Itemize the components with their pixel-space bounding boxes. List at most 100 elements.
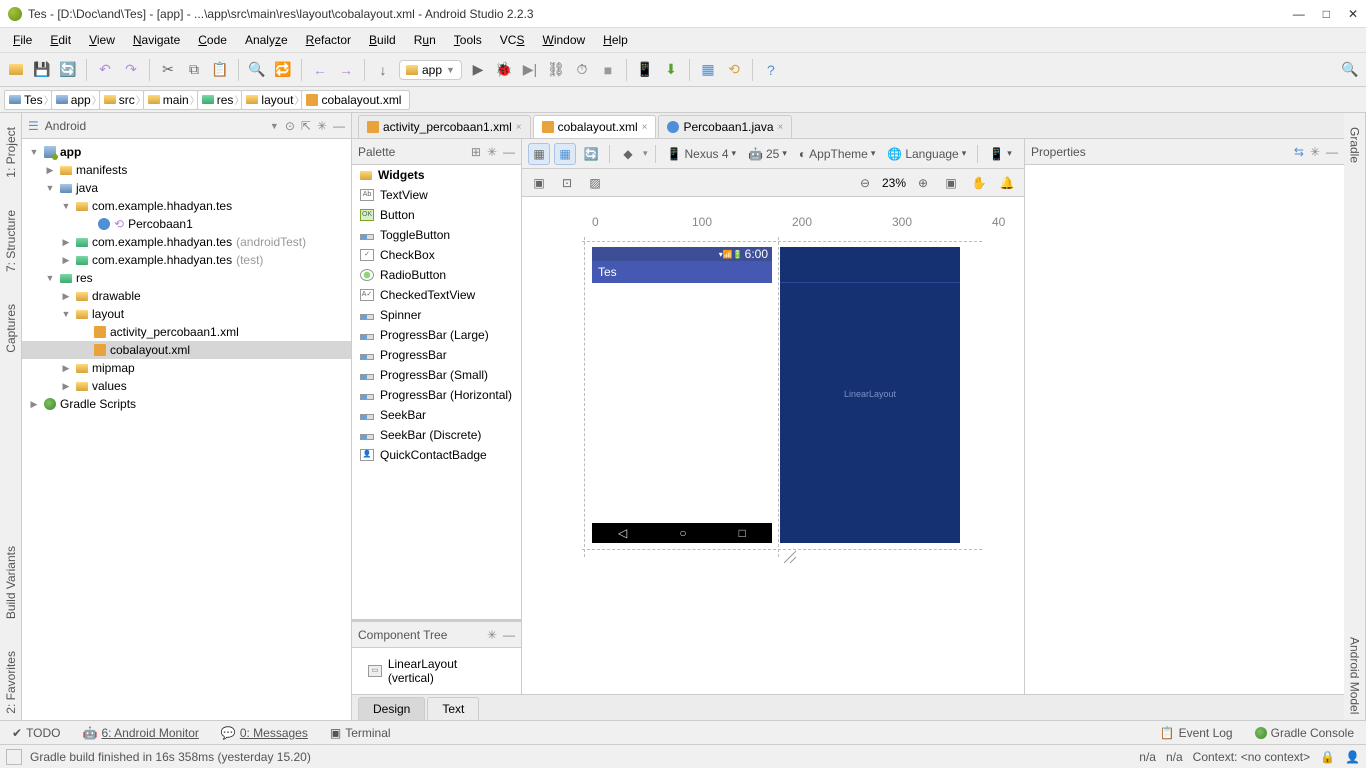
back-icon[interactable]: ← [310,60,330,80]
minimize-button[interactable]: — [1293,7,1305,21]
tool-event-log[interactable]: 📋 Event Log [1154,724,1239,742]
widget-checkedtextview[interactable]: A✓CheckedTextView [352,285,521,305]
menu-edit[interactable]: Edit [43,30,78,50]
sync-gradle-icon[interactable]: ⟲ [724,60,744,80]
forward-icon[interactable]: → [336,60,356,80]
tab-percobaan1-java[interactable]: Percobaan1.java× [658,115,792,138]
zoom-fit-icon[interactable]: ▣ [940,172,962,194]
widget-seekbar-discrete[interactable]: SeekBar (Discrete) [352,425,521,445]
palette-hide-icon[interactable]: — [503,145,515,159]
menu-code[interactable]: Code [191,30,234,50]
tool-messages[interactable]: 💬 0: Messages [215,724,314,742]
crumb-res[interactable]: res [197,90,243,110]
redo-icon[interactable]: ↷ [121,60,141,80]
menu-run[interactable]: Run [407,30,443,50]
save-icon[interactable]: 💾 [32,60,52,80]
resize-handle-icon[interactable] [780,547,798,565]
properties-settings-icon[interactable]: ✳ [1310,145,1320,159]
tool-android-model[interactable]: Android Model [1348,631,1362,720]
widget-seekbar[interactable]: SeekBar [352,405,521,425]
blueprint-surface-icon[interactable]: ▦ [554,143,576,165]
variant-selector[interactable]: 📱 ▾ [985,147,1015,161]
tool-build-variants[interactable]: Build Variants [4,540,18,625]
api-selector[interactable]: 🤖 25 ▾ [744,147,791,161]
tool-terminal[interactable]: ▣ Terminal [324,724,397,742]
crumb-app[interactable]: app [51,90,100,110]
device-selector[interactable]: 📱 Nexus 4 ▾ [663,147,741,161]
tool-gradle-console[interactable]: Gradle Console [1249,724,1360,742]
orientation-icon[interactable]: 🔄 [580,143,602,165]
select-mode-icon[interactable]: ▣ [528,172,550,194]
comptree-settings-icon[interactable]: ✳ [487,628,497,642]
pan-mode-icon[interactable]: ⊡ [556,172,578,194]
tree-cobalayout[interactable]: cobalayout.xml [22,341,351,359]
search-everywhere-icon[interactable]: 🔍 [1340,60,1360,80]
status-lock-icon[interactable]: 🔒 [1320,750,1335,764]
stop-icon[interactable]: ■ [598,60,618,80]
palette-settings-icon[interactable]: ✳ [487,145,497,159]
status-context[interactable]: Context: <no context> [1193,750,1310,764]
menu-navigate[interactable]: Navigate [126,30,187,50]
project-view-mode[interactable]: Android [45,119,264,133]
crumb-layout[interactable]: layout [241,90,302,110]
theme-selector[interactable]: ◐ AppTheme ▾ [795,147,879,161]
hide-icon[interactable]: — [333,119,345,133]
tab-cobalayout[interactable]: cobalayout.xml× [533,115,657,138]
project-structure-icon[interactable]: ▦ [698,60,718,80]
profile-icon[interactable]: ⏱ [572,60,592,80]
collapse-all-icon[interactable]: ⇱ [301,119,311,133]
run-config-selector[interactable]: app ▼ [399,60,462,80]
tool-android-monitor[interactable]: 🤖 6: Android Monitor [77,724,205,742]
tool-favorites[interactable]: 2: Favorites [4,645,18,720]
blueprint-preview[interactable]: LinearLayout [780,247,960,543]
statusbar-corner-icon[interactable] [6,749,22,765]
palette-filter-icon[interactable]: ⊞ [471,145,481,159]
menu-help[interactable]: Help [596,30,635,50]
zoom-out-icon[interactable]: ⊖ [854,172,876,194]
tool-project[interactable]: 1: Project [4,121,18,184]
tool-captures[interactable]: Captures [4,298,18,359]
tool-todo[interactable]: ✔ TODO [6,724,67,742]
replace-icon[interactable]: 🔁 [273,60,293,80]
widget-radiobutton[interactable]: RadioButton [352,265,521,285]
menu-refactor[interactable]: Refactor [299,30,358,50]
properties-hide-icon[interactable]: — [1326,145,1338,159]
project-tree[interactable]: ▼ app ▶ manifests ▼ java ▼ com.example.h… [22,139,351,720]
menu-file[interactable]: File [6,30,39,50]
tab-activity-percobaan1[interactable]: activity_percobaan1.xml× [358,115,531,138]
tab-text[interactable]: Text [427,697,479,720]
avd-icon[interactable]: 📱 [635,60,655,80]
status-person-icon[interactable]: 👤 [1345,750,1360,764]
widget-button[interactable]: OKButton [352,205,521,225]
sync-icon[interactable]: 🔄 [58,60,78,80]
comptree-hide-icon[interactable]: — [503,628,515,642]
pan-tool-icon[interactable]: ✋ [968,172,990,194]
design-canvas[interactable]: 0 100 200 300 40 ▾📶🔋6:00 Tes ◁○□ [522,197,1024,694]
design-surface-icon[interactable]: ▦ [528,143,550,165]
zoom-in-icon[interactable]: ⊕ [912,172,934,194]
scroll-from-source-icon[interactable]: ⊙ [285,119,295,133]
tab-design[interactable]: Design [358,697,425,720]
widget-progressbar-horizontal[interactable]: ProgressBar (Horizontal) [352,385,521,405]
settings-icon[interactable]: ✳ [317,119,327,133]
crumb-src[interactable]: src [99,90,144,110]
close-button[interactable]: ✕ [1348,7,1358,21]
comptree-root[interactable]: ▭ LinearLayout (vertical) [360,654,513,688]
paste-icon[interactable]: 📋 [210,60,230,80]
widget-checkbox[interactable]: CheckBox [352,245,521,265]
theme-icon[interactable]: ◆ [617,143,639,165]
sdk-icon[interactable]: ⬇ [661,60,681,80]
run-icon[interactable]: ▶ [468,60,488,80]
crumb-file[interactable]: cobalayout.xml [301,90,410,110]
warnings-icon[interactable]: 🔔 [996,172,1018,194]
tool-structure[interactable]: 7: Structure [4,204,18,278]
tool-gradle[interactable]: Gradle [1348,121,1362,169]
properties-link-icon[interactable]: ⇆ [1294,145,1304,159]
undo-icon[interactable]: ↶ [95,60,115,80]
make-icon[interactable]: ↓ [373,60,393,80]
menu-window[interactable]: Window [535,30,592,50]
menu-build[interactable]: Build [362,30,403,50]
layers-icon[interactable]: ▨ [584,172,606,194]
cut-icon[interactable]: ✂ [158,60,178,80]
maximize-button[interactable]: □ [1323,7,1330,21]
